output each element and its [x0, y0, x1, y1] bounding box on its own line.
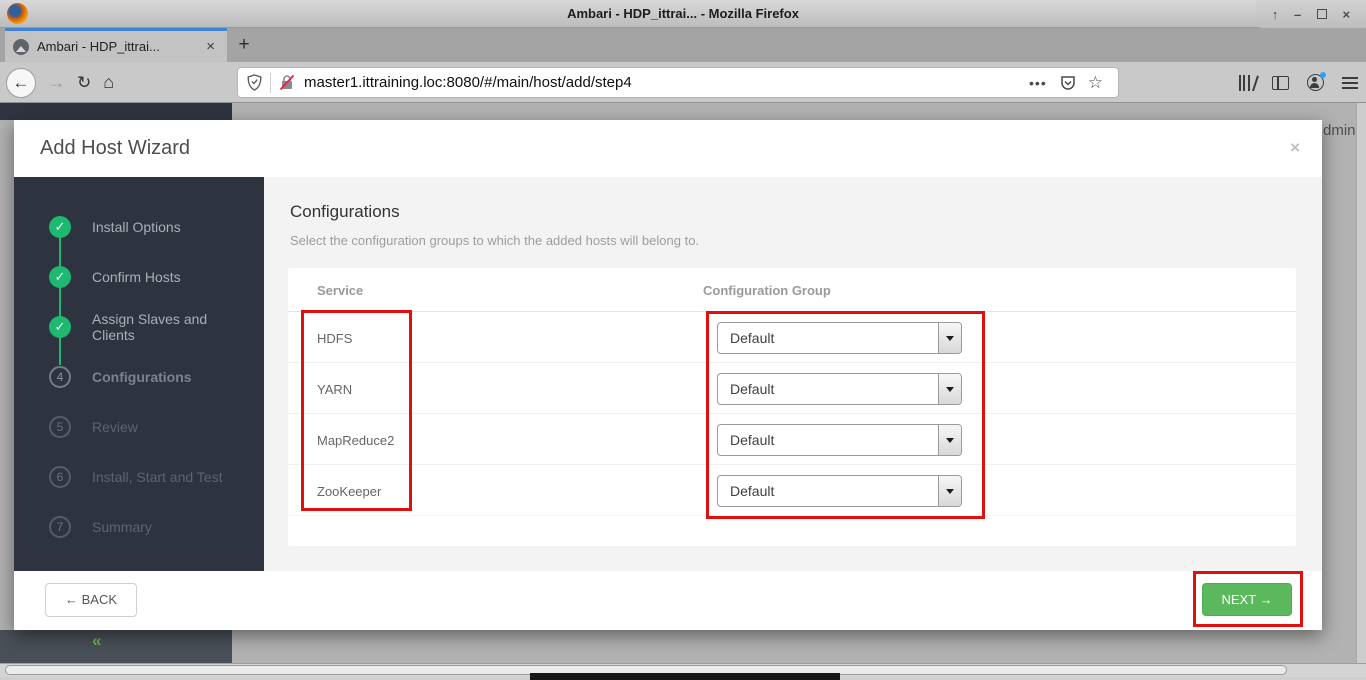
page-actions-icon[interactable]: •••	[1029, 75, 1047, 91]
url-text[interactable]: master1.ittraining.loc:8080/#/main/host/…	[304, 74, 1022, 91]
page-description: Select the configuration groups to which…	[290, 233, 699, 248]
back-wizard-button[interactable]: ← BACK	[45, 583, 137, 617]
insecure-lock-icon[interactable]	[279, 74, 295, 91]
modal-header: Add Host Wizard ×	[14, 120, 1322, 177]
app-sidebar-bottom-sliver	[0, 630, 232, 663]
url-bar[interactable]: master1.ittraining.loc:8080/#/main/host/…	[237, 67, 1119, 98]
restore-window-icon[interactable]	[1317, 9, 1327, 19]
back-button[interactable]: ←	[6, 68, 36, 98]
vertical-scrollbar[interactable]	[1356, 103, 1366, 663]
add-host-wizard-modal: Add Host Wizard × ✓ Install Options ✓ Co…	[14, 120, 1322, 630]
window-title: Ambari - HDP_ittrai... - Mozilla Firefox	[0, 0, 1366, 28]
screen: Ambari - HDP_ittrai... - Mozilla Firefox…	[0, 0, 1366, 680]
tab-close-icon[interactable]: ×	[202, 38, 219, 55]
home-button[interactable]: ⌂	[103, 72, 114, 93]
reload-button[interactable]: ↻	[77, 73, 91, 93]
tab-title: Ambari - HDP_ittrai...	[37, 39, 202, 54]
step-label: Summary	[92, 519, 252, 535]
step-label: Confirm Hosts	[92, 269, 252, 285]
window-controls: ↑ – ×	[1256, 0, 1366, 28]
browser-tab-ambari[interactable]: Ambari - HDP_ittrai... ×	[5, 28, 227, 62]
sync-notification-dot	[1320, 72, 1326, 78]
annotation-box-config-groups	[706, 311, 985, 519]
step-label: Configurations	[92, 369, 252, 385]
shade-window-icon[interactable]: ↑	[1272, 8, 1279, 21]
admin-menu-partial-text: dmin	[1323, 122, 1356, 139]
wizard-step-configurations: 4 Configurations	[14, 352, 264, 402]
wizard-step-install-start-test: 6 Install, Start and Test	[14, 452, 264, 502]
step-check-icon: ✓	[49, 316, 71, 338]
step-label: Review	[92, 419, 252, 435]
page-title: Configurations	[290, 202, 400, 222]
wizard-step-confirm-hosts: ✓ Confirm Hosts	[14, 252, 264, 302]
step-number: 6	[49, 466, 71, 488]
modal-title: Add Host Wizard	[40, 137, 190, 160]
hidden-dock-bar	[530, 673, 840, 680]
urlbar-divider	[270, 73, 271, 93]
new-tab-button[interactable]: +	[231, 32, 257, 58]
modal-close-icon[interactable]: ×	[1290, 138, 1300, 158]
library-icon[interactable]	[1239, 75, 1255, 91]
annotation-box-next-button	[1193, 571, 1303, 627]
wizard-step-install-options: ✓ Install Options	[14, 202, 264, 252]
step-check-icon: ✓	[49, 216, 71, 238]
step-label: Assign Slaves and Clients	[92, 311, 252, 343]
menu-icon[interactable]	[1342, 77, 1358, 89]
account-icon[interactable]	[1307, 74, 1324, 91]
table-header-row: Service Configuration Group	[288, 268, 1296, 312]
step-number: 5	[49, 416, 71, 438]
toolbar-right-icons	[1239, 62, 1359, 103]
close-window-icon[interactable]: ×	[1343, 8, 1351, 21]
wizard-step-nav: ✓ Install Options ✓ Confirm Hosts ✓ Assi…	[14, 177, 264, 571]
step-number: 4	[49, 366, 71, 388]
step-label: Install Options	[92, 219, 252, 235]
tracking-shield-icon[interactable]	[247, 74, 262, 91]
app-sidebar-top-sliver	[0, 103, 232, 120]
annotation-box-services	[301, 310, 412, 511]
ambari-favicon	[13, 39, 29, 55]
nav-buttons: ← → ↻ ⌂	[6, 62, 114, 103]
tab-bar: Ambari - HDP_ittrai... × +	[0, 28, 1366, 62]
wizard-step-assign-slaves: ✓ Assign Slaves and Clients	[14, 302, 264, 352]
sidebar-collapse-icon[interactable]: «	[92, 631, 101, 651]
navigation-toolbar: ← → ↻ ⌂ master1.ittraining.loc:8080/#/ma…	[0, 62, 1366, 103]
forward-button[interactable]: →	[48, 73, 65, 93]
step-label: Install, Start and Test	[92, 469, 252, 485]
modal-footer	[14, 571, 1322, 630]
wizard-step-summary: 7 Summary	[14, 502, 264, 552]
step-number: 7	[49, 516, 71, 538]
bookmark-star-icon[interactable]: ☆	[1088, 73, 1103, 93]
window-titlebar: Ambari - HDP_ittrai... - Mozilla Firefox…	[0, 0, 1366, 28]
pocket-icon[interactable]	[1060, 75, 1076, 91]
step-check-icon: ✓	[49, 266, 71, 288]
minimize-window-icon[interactable]: –	[1294, 8, 1301, 21]
column-header-configuration-group: Configuration Group	[703, 283, 831, 298]
wizard-step-review: 5 Review	[14, 402, 264, 452]
sidebars-icon[interactable]	[1272, 76, 1289, 90]
modal-body: ✓ Install Options ✓ Confirm Hosts ✓ Assi…	[14, 177, 1322, 571]
column-header-service: Service	[317, 283, 363, 298]
